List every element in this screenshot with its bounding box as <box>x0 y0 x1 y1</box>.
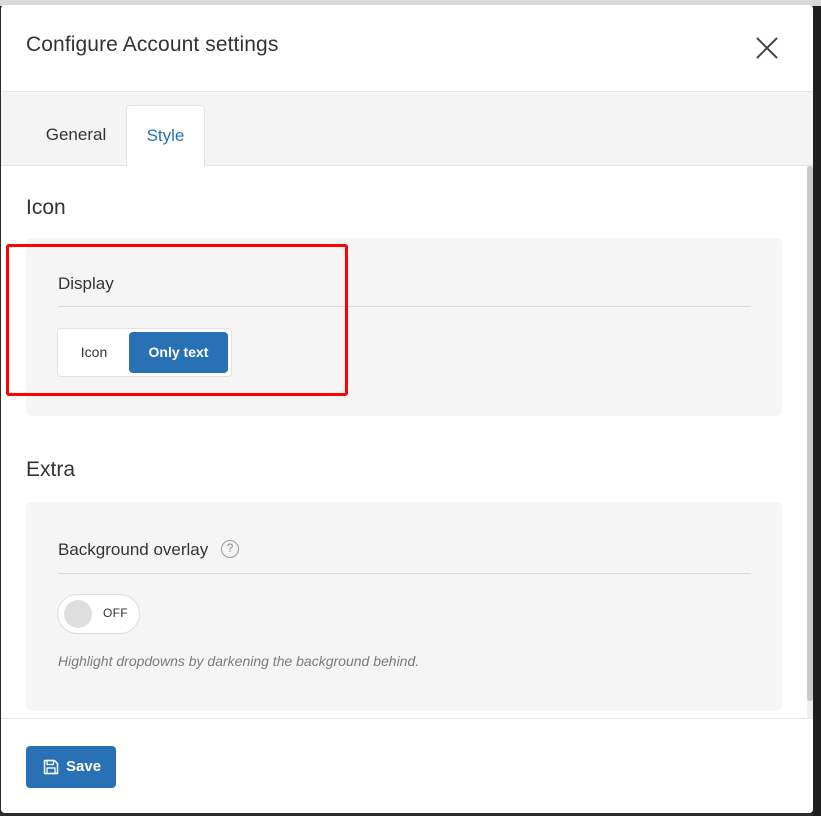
divider <box>58 306 751 307</box>
tab-general[interactable]: General <box>28 105 124 165</box>
modal-content: Icon Display Icon Only text Extra Backgr… <box>1 166 807 718</box>
modal-footer: Save <box>1 718 813 813</box>
icon-settings-panel: Display Icon Only text <box>26 238 782 416</box>
question-mark-icon[interactable]: ? <box>221 540 239 558</box>
save-button[interactable]: Save <box>26 746 116 788</box>
display-option-icon[interactable]: Icon <box>61 332 127 373</box>
background-page-edge <box>813 6 821 816</box>
divider <box>58 573 751 574</box>
modal-title: Configure Account settings <box>26 33 279 56</box>
save-button-label: Save <box>66 758 102 775</box>
section-title-icon: Icon <box>26 196 66 219</box>
extra-settings-panel: Background overlay ? OFF Highlight dropd… <box>26 502 782 711</box>
display-option-only-text[interactable]: Only text <box>129 332 228 373</box>
scrollbar-thumb[interactable] <box>807 166 813 701</box>
background-overlay-label: Background overlay <box>58 540 209 559</box>
close-icon <box>756 37 778 59</box>
toggle-state-label: OFF <box>103 606 128 620</box>
close-button[interactable] <box>754 35 780 61</box>
display-label: Display <box>58 274 114 293</box>
tab-style[interactable]: Style <box>126 105 205 167</box>
modal-header: Configure Account settings <box>1 5 813 92</box>
floppy-disk-icon <box>43 759 59 775</box>
background-overlay-hint: Highlight dropdowns by darkening the bac… <box>58 653 420 669</box>
settings-modal: Configure Account settings General Style… <box>1 5 813 813</box>
display-segmented-control: Icon Only text <box>57 328 232 377</box>
section-title-extra: Extra <box>26 458 76 481</box>
toggle-knob <box>64 600 92 628</box>
background-overlay-toggle[interactable]: OFF <box>57 594 140 634</box>
tab-bar: General Style <box>1 92 813 167</box>
